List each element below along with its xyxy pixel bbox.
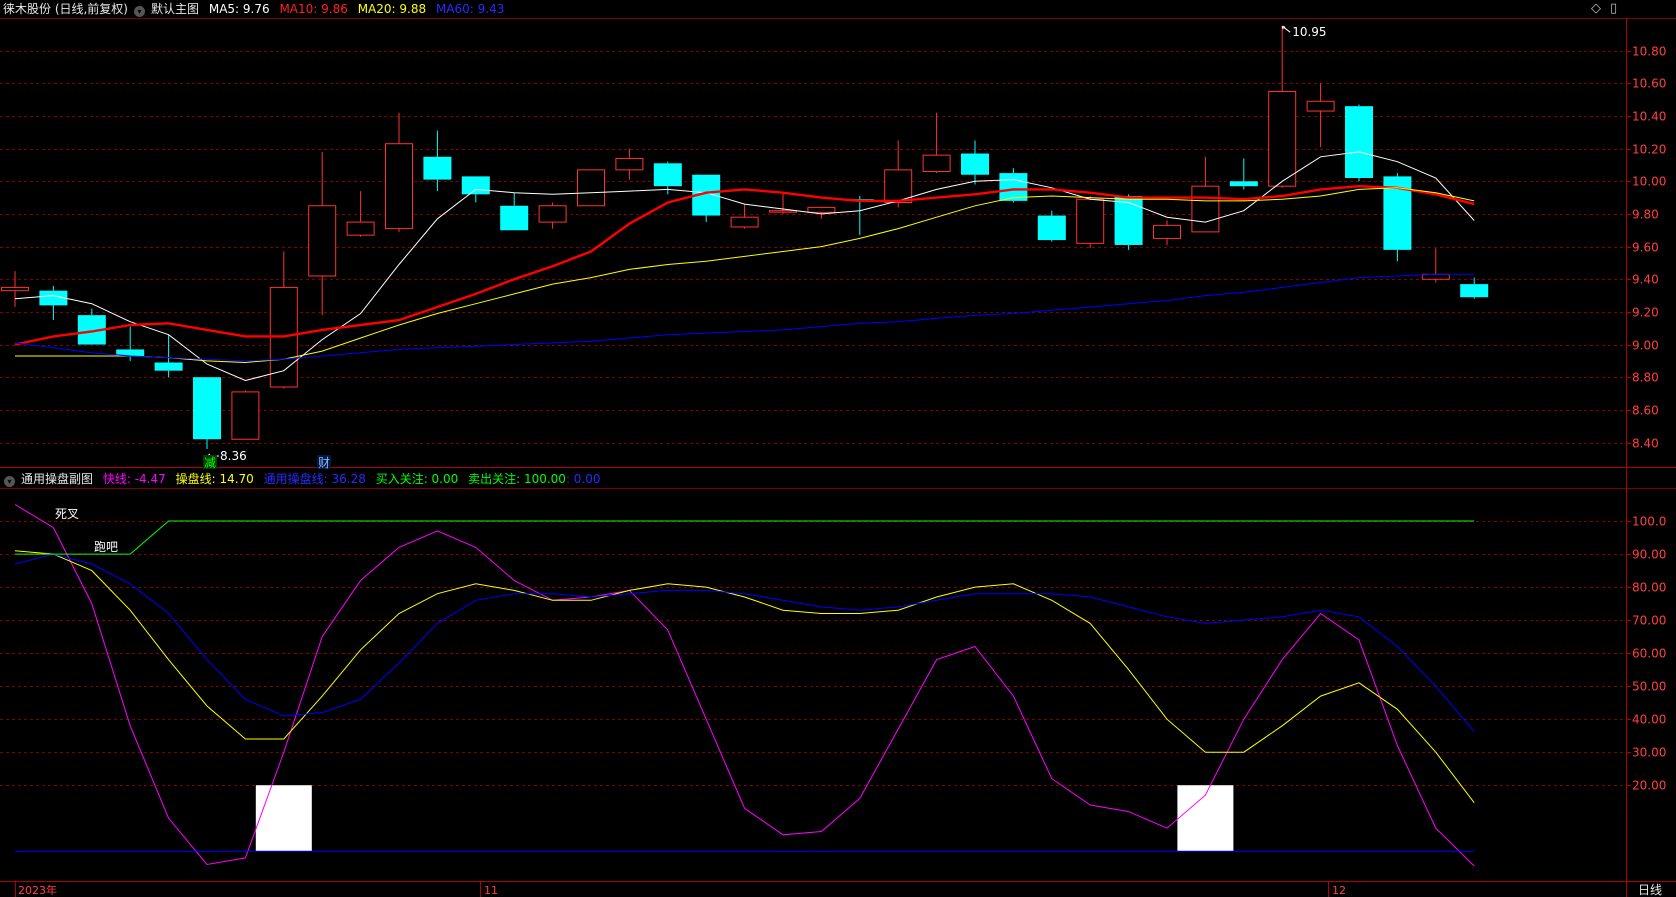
candle-body-up — [1306, 100, 1335, 112]
candle-body-up — [922, 154, 951, 172]
fast-line — [14, 504, 1475, 867]
candle-body-up — [1191, 185, 1220, 233]
candle-body-up — [769, 210, 797, 213]
run-label: 跑吧 — [94, 540, 118, 554]
main-y-tick-label: 10.80 — [1632, 45, 1666, 59]
main-y-tick-label: 8.60 — [1632, 404, 1659, 418]
candle-body-down — [653, 163, 682, 187]
high-marker: 10.95 — [1281, 25, 1327, 39]
sub-y-tick-label: 100.0 — [1632, 515, 1666, 529]
period-label[interactable]: 日线 — [1638, 883, 1662, 897]
candle-body-up — [730, 216, 759, 228]
main-y-tick-label: 9.60 — [1632, 241, 1659, 255]
candle-body-up — [346, 221, 375, 236]
candle-body-down — [500, 205, 529, 231]
main-y-tick-label: 9.00 — [1632, 339, 1659, 353]
main-y-tick-label: 8.80 — [1632, 371, 1659, 385]
candle-body-down — [1345, 106, 1373, 179]
dead-cross-label: 死叉 — [55, 507, 79, 521]
jian-badge[interactable]: 减 — [204, 456, 216, 470]
sub-y-tick-label: 80.00 — [1632, 581, 1666, 595]
candle-body-down — [1460, 284, 1489, 298]
candle-body-down — [154, 362, 183, 371]
main-y-tick-label: 10.60 — [1632, 77, 1666, 91]
main-y-tick-label: 10.20 — [1632, 143, 1666, 157]
x-label-12: 12 — [1332, 884, 1346, 897]
sub-grid — [0, 521, 1626, 786]
sub-y-tick-label: 20.00 — [1632, 779, 1666, 793]
candle-body-up — [1268, 90, 1297, 187]
sub-y-tick-label: 70.00 — [1632, 614, 1666, 628]
high-arrow-icon — [1281, 25, 1291, 33]
candle-body-down — [193, 377, 221, 440]
x-label-2023: 2023年 — [18, 883, 57, 897]
general-line — [14, 553, 1475, 732]
candle-body-up — [1076, 198, 1105, 244]
candle-body-up — [538, 205, 567, 223]
high-label: 10.95 — [1292, 25, 1326, 39]
indicator-lines — [14, 504, 1475, 867]
signal-bars — [255, 785, 1234, 852]
main-y-tick-label: 9.20 — [1632, 306, 1659, 320]
candle-body-up — [615, 157, 644, 171]
candle-body-down — [1037, 215, 1066, 241]
main-y-tick-label: 9.80 — [1632, 208, 1659, 222]
candlesticks — [1, 26, 1489, 450]
signal-bar — [255, 785, 312, 852]
sub-y-tick-label: 40.00 — [1632, 713, 1666, 727]
sub-y-axis: 100.0 90.00 80.00 70.00 60.00 50.00 40.00 30.00… — [1626, 515, 1666, 793]
sub-y-tick-label: 30.00 — [1632, 746, 1666, 760]
candle-body-down — [1114, 195, 1143, 245]
low-label: 8.36 — [220, 449, 247, 463]
main-y-axis: 10.80 10.60 10.40 10.20 10.00 9.80 9.60 9.40 9.2… — [1626, 45, 1666, 451]
op-line — [14, 550, 1475, 804]
moving-averages — [14, 151, 1475, 382]
ma-line-ma5 — [14, 151, 1475, 382]
candle-body-up — [577, 169, 605, 207]
ma-line-ma60 — [14, 273, 1475, 362]
candle-body-up — [1153, 224, 1181, 239]
main-y-tick-label: 10.40 — [1632, 110, 1666, 124]
x-label-11: 11 — [484, 884, 498, 897]
sell-line — [15, 520, 1475, 555]
candle-body-up — [807, 206, 836, 213]
candle-body-up — [385, 143, 413, 230]
candle-body-down — [1229, 181, 1258, 187]
stock-chart[interactable]: 10.80 10.60 10.40 10.20 10.00 9.80 9.60 9.40 9.2… — [0, 0, 1676, 897]
sub-y-tick-label: 90.00 — [1632, 548, 1666, 562]
main-y-tick-label: 8.40 — [1632, 437, 1659, 451]
main-y-tick-label: 10.00 — [1632, 175, 1666, 189]
candle-body-up — [1, 286, 29, 292]
candle-body-up — [231, 391, 260, 440]
main-y-tick-label: 9.40 — [1632, 273, 1659, 287]
candle-body-down — [423, 156, 452, 180]
candle-body-down — [961, 153, 989, 175]
candle-body-down — [461, 176, 490, 195]
sub-y-tick-label: 60.00 — [1632, 647, 1666, 661]
cai-badge[interactable]: 财 — [318, 456, 330, 470]
sub-y-tick-label: 50.00 — [1632, 680, 1666, 694]
candle-body-up — [308, 205, 337, 277]
